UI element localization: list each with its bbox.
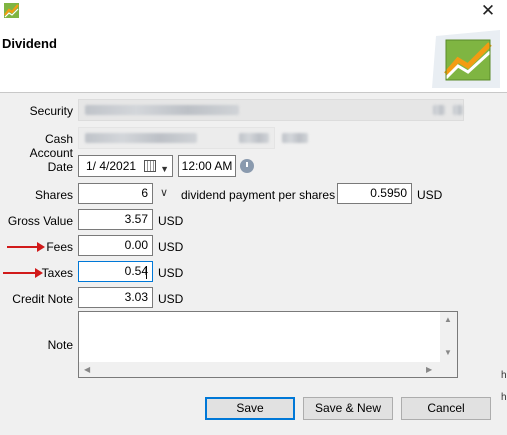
vertical-scrollbar[interactable]: ▲ ▼ [440, 312, 457, 362]
taxes-label: Taxes [41, 266, 73, 280]
save-button[interactable]: Save [205, 397, 295, 420]
horizontal-scrollbar[interactable]: ◀ ▶ [79, 362, 440, 377]
cancel-button[interactable]: Cancel [401, 397, 491, 420]
credit-note-currency: USD [158, 292, 184, 306]
blurred-security-flag [453, 105, 463, 115]
text-cursor [146, 266, 147, 279]
credit-note-input[interactable]: 3.03 [78, 287, 153, 308]
credit-note-label: Credit Note [12, 292, 73, 306]
gross-value-currency: USD [158, 214, 184, 228]
background-window-text: h [501, 370, 507, 381]
cash-account-select[interactable] [78, 127, 275, 149]
chevron-down-icon[interactable]: ▼ [160, 159, 169, 179]
dialog-header: Dividend [0, 22, 507, 92]
taxes-currency: USD [158, 266, 184, 280]
gross-value-label: Gross Value [7, 214, 73, 228]
shares-label: Shares [34, 188, 73, 202]
scroll-up-arrow-icon[interactable]: ▲ [444, 315, 452, 324]
scroll-corner [440, 362, 457, 377]
note-textarea[interactable]: ▲ ▼ ◀ ▶ [78, 311, 458, 378]
trend-chart-logo [432, 30, 500, 88]
chart-app-icon [4, 3, 19, 18]
dividend-per-share-input[interactable]: 0.5950 [337, 183, 412, 204]
scroll-left-arrow-icon[interactable]: ◀ [84, 365, 90, 374]
taxes-input[interactable]: 0.54 [78, 261, 153, 282]
blurred-account-extra [282, 133, 308, 143]
dialog-title: Dividend [2, 36, 57, 51]
cash-account-label: Cash Account [29, 132, 73, 160]
date-label: Date [47, 160, 73, 174]
time-input[interactable]: 12:00 AM [178, 155, 236, 177]
note-label: Note [47, 338, 73, 352]
date-picker[interactable]: 1/ 4/2021 ▼ [78, 155, 173, 177]
chevron-down-icon[interactable]: ∨ [160, 186, 168, 199]
security-select[interactable] [78, 99, 464, 121]
save-and-new-button[interactable]: Save & New [303, 397, 393, 420]
shares-input[interactable]: 6 [78, 183, 153, 204]
title-bar: ✕ [0, 0, 507, 22]
calendar-icon[interactable] [144, 160, 156, 172]
scroll-down-arrow-icon[interactable]: ▼ [444, 348, 452, 357]
clock-icon[interactable] [240, 159, 254, 173]
fees-currency: USD [158, 240, 184, 254]
fees-label: Fees [46, 240, 73, 254]
background-window-text: h [501, 392, 507, 403]
close-button[interactable]: ✕ [474, 0, 502, 22]
gross-value-input[interactable]: 3.57 [78, 209, 153, 230]
date-value: 1/ 4/2021 [86, 159, 137, 173]
per-share-currency: USD [417, 188, 443, 202]
blurred-security-code [433, 105, 445, 115]
security-label: Security [29, 104, 73, 118]
blurred-security-name [85, 105, 239, 115]
blurred-account-currency [239, 133, 269, 143]
blurred-account-name [85, 133, 197, 143]
scroll-right-arrow-icon[interactable]: ▶ [426, 365, 432, 374]
dividend-per-share-label: dividend payment per shares [181, 188, 336, 202]
fees-input[interactable]: 0.00 [78, 235, 153, 256]
